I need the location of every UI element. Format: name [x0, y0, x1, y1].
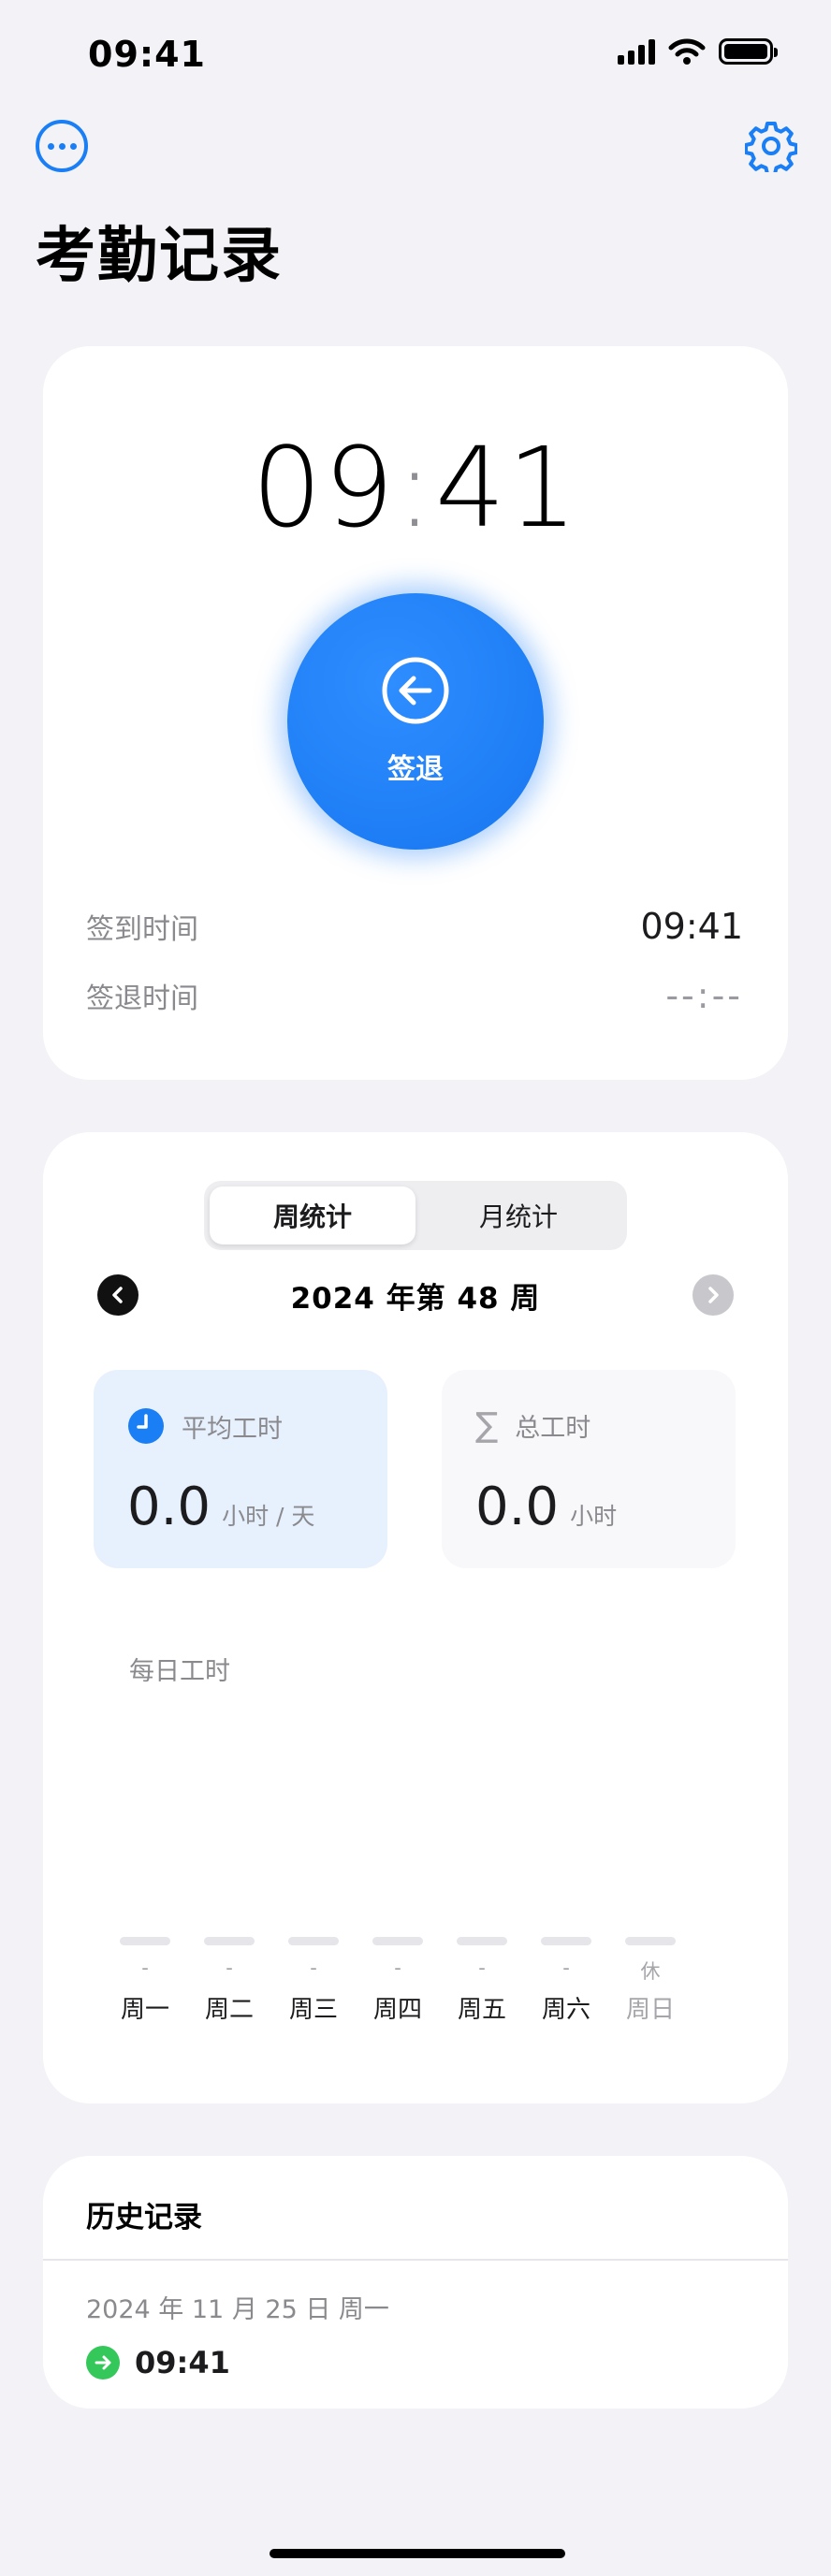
check-in-value: 09:41	[640, 906, 743, 947]
total-hours-card: ∑ 总工时 0.0 小时	[442, 1370, 736, 1568]
day-name: 周三	[288, 1996, 338, 2024]
day-bar	[120, 1937, 170, 1945]
day-name: 周日	[625, 1996, 675, 2024]
check-out-button[interactable]: 签退	[287, 593, 544, 850]
day-value: -	[562, 1957, 570, 1979]
chevron-left-icon	[112, 1287, 123, 1303]
total-hours-header: ∑ 总工时	[475, 1407, 590, 1444]
current-time-colon: :	[396, 423, 435, 552]
status-bar: 09:41	[0, 0, 831, 112]
sigma-icon: ∑	[475, 1405, 499, 1445]
current-time-minutes: 41	[434, 423, 580, 552]
day-value: -	[394, 1957, 401, 1979]
ellipsis-icon	[47, 142, 54, 150]
day-column-tue: - 周二	[204, 1937, 255, 2025]
daily-hours-chart: - 周一 - 周二 - 周三 - 周四 - 周五 - 周六 休 周日	[120, 1937, 676, 2025]
current-time-hours: 09	[251, 423, 397, 552]
clock-card: 09:41 签退 签到时间 09:41 签退时间 --:--	[43, 346, 788, 1080]
day-column-thu: - 周四	[372, 1937, 423, 2025]
chevron-right-icon	[708, 1287, 719, 1303]
history-title: 历史记录	[86, 2201, 202, 2234]
week-label: 2024 年第 48 周	[290, 1281, 541, 1316]
day-value: 休	[640, 1960, 661, 1983]
daily-hours-label: 每日工时	[129, 1657, 230, 1686]
day-value: -	[226, 1957, 233, 1979]
previous-week-button[interactable]	[97, 1274, 138, 1316]
day-name: 周四	[372, 1996, 422, 2024]
week-navigator: 2024 年第 48 周	[97, 1274, 734, 1316]
average-hours-unit: 小时 / 天	[222, 1503, 315, 1530]
cellular-signal-icon	[618, 38, 655, 65]
average-hours-value: 0.0	[127, 1477, 211, 1537]
history-entry-date: 2024 年 11 月 25 日 周一	[86, 2295, 389, 2324]
check-out-label: 签退	[387, 753, 444, 786]
day-column-mon: - 周一	[120, 1937, 170, 2025]
status-icons	[618, 37, 778, 65]
current-time: 09:41	[43, 423, 788, 552]
battery-icon	[719, 38, 778, 65]
average-hours-value-row: 0.0 小时 / 天	[127, 1477, 314, 1537]
history-entry-time: 09:41	[135, 2345, 230, 2380]
arrow-right-circle-icon	[86, 2346, 120, 2380]
day-bar	[457, 1937, 507, 1945]
check-out-row: 签退时间 --:--	[86, 975, 743, 1016]
day-name: 周五	[457, 1996, 506, 2024]
day-name: 周六	[541, 1996, 590, 2024]
day-bar	[288, 1937, 339, 1945]
day-column-wed: - 周三	[288, 1937, 339, 2025]
history-entry[interactable]: 09:41	[86, 2345, 230, 2380]
stats-period-segmented-control: 周统计 月统计	[204, 1181, 627, 1250]
check-in-row: 签到时间 09:41	[86, 906, 743, 947]
clock-icon	[128, 1408, 164, 1444]
arrow-left-circle-icon	[382, 657, 449, 724]
day-column-sun: 休 周日	[625, 1937, 676, 2025]
day-name: 周一	[120, 1996, 169, 2024]
average-hours-header: 平均工时	[127, 1407, 283, 1445]
total-hours-unit: 小时	[570, 1503, 618, 1530]
page-title: 考勤记录	[36, 222, 283, 291]
day-column-sat: - 周六	[541, 1937, 591, 2025]
day-column-fri: - 周五	[457, 1937, 507, 2025]
day-value: -	[310, 1957, 317, 1979]
total-hours-value: 0.0	[475, 1477, 560, 1537]
day-bar	[204, 1937, 255, 1945]
total-hours-value-row: 0.0 小时	[475, 1477, 617, 1537]
check-in-label: 签到时间	[86, 913, 198, 946]
divider	[43, 2259, 788, 2261]
average-hours-card: 平均工时 0.0 小时 / 天	[94, 1370, 387, 1568]
wifi-icon	[668, 38, 706, 65]
total-hours-label: 总工时	[515, 1414, 591, 1443]
home-indicator	[270, 2549, 565, 2558]
day-value: -	[141, 1957, 149, 1979]
stats-card: 周统计 月统计 2024 年第 48 周 平均工时 0.0 小时 / 天 ∑ 总…	[43, 1132, 788, 2103]
day-bar	[541, 1937, 591, 1945]
tab-week-stats[interactable]: 周统计	[210, 1186, 416, 1244]
day-bar	[372, 1937, 423, 1945]
tab-month-stats[interactable]: 月统计	[416, 1186, 621, 1244]
next-week-button[interactable]	[692, 1274, 734, 1316]
check-out-value: --:--	[665, 975, 743, 1016]
arrow-right-icon	[95, 2355, 111, 2370]
settings-button[interactable]	[744, 120, 798, 176]
status-time: 09:41	[88, 34, 206, 75]
history-card: 历史记录 2024 年 11 月 25 日 周一 09:41	[43, 2156, 788, 2409]
gear-icon	[744, 122, 798, 176]
check-out-time-label: 签退时间	[86, 982, 198, 1015]
day-value: -	[478, 1957, 486, 1979]
day-bar	[625, 1937, 676, 1945]
day-name: 周二	[204, 1996, 254, 2024]
average-hours-label: 平均工时	[182, 1414, 283, 1444]
more-options-button[interactable]	[36, 120, 88, 172]
